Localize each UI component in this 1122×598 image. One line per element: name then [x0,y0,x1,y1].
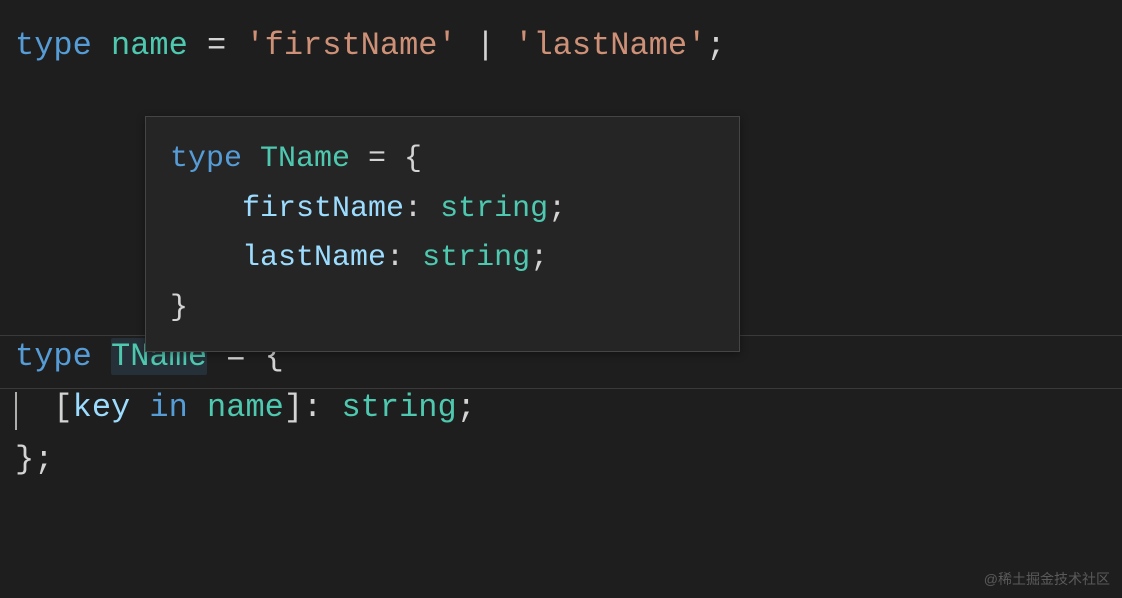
keyword-type: type [15,27,92,64]
type-identifier: name [111,27,188,64]
semicolon: ; [530,241,548,275]
type-value: string [440,192,548,226]
property-name: firstName [242,192,404,226]
tooltip-line-4: } [170,284,715,334]
union-operator: | [476,27,495,64]
semicolon: ; [706,27,725,64]
bracket-close: ] [284,389,303,426]
watermark-text: @稀土掘金技术社区 [984,568,1110,590]
type-reference: name [207,389,284,426]
tooltip-line-2: firstName: string; [170,185,715,235]
type-value: string [422,241,530,275]
code-line-1[interactable]: type name = 'firstName' | 'lastName'; [15,20,1107,71]
type-body-open: = { [350,142,422,176]
code-line-3[interactable]: [key in name]: string; [15,382,1107,433]
string-literal: 'lastName' [514,27,706,64]
semicolon: ; [548,192,566,226]
keyword-type: type [15,338,92,375]
mapped-key: key [73,389,131,426]
bracket-open: [ [53,389,72,426]
type-identifier: TName [260,142,350,176]
brace-close: } [170,291,188,325]
property-name: lastName [242,241,386,275]
semicolon: ; [457,389,476,426]
tooltip-line-3: lastName: string; [170,234,715,284]
cursor-icon [15,392,17,430]
code-line-4[interactable]: }; [15,434,1107,485]
colon: : [386,241,422,275]
tooltip-line-1: type TName = { [170,135,715,185]
keyword-type: type [170,142,242,176]
colon: : [303,389,341,426]
equals-operator: = [207,27,226,64]
keyword-in: in [149,389,187,426]
string-literal: 'firstName' [245,27,456,64]
hover-tooltip: type TName = { firstName: string; lastNa… [145,116,740,352]
colon: : [404,192,440,226]
type-value: string [341,389,456,426]
type-body-close: }; [15,441,53,478]
